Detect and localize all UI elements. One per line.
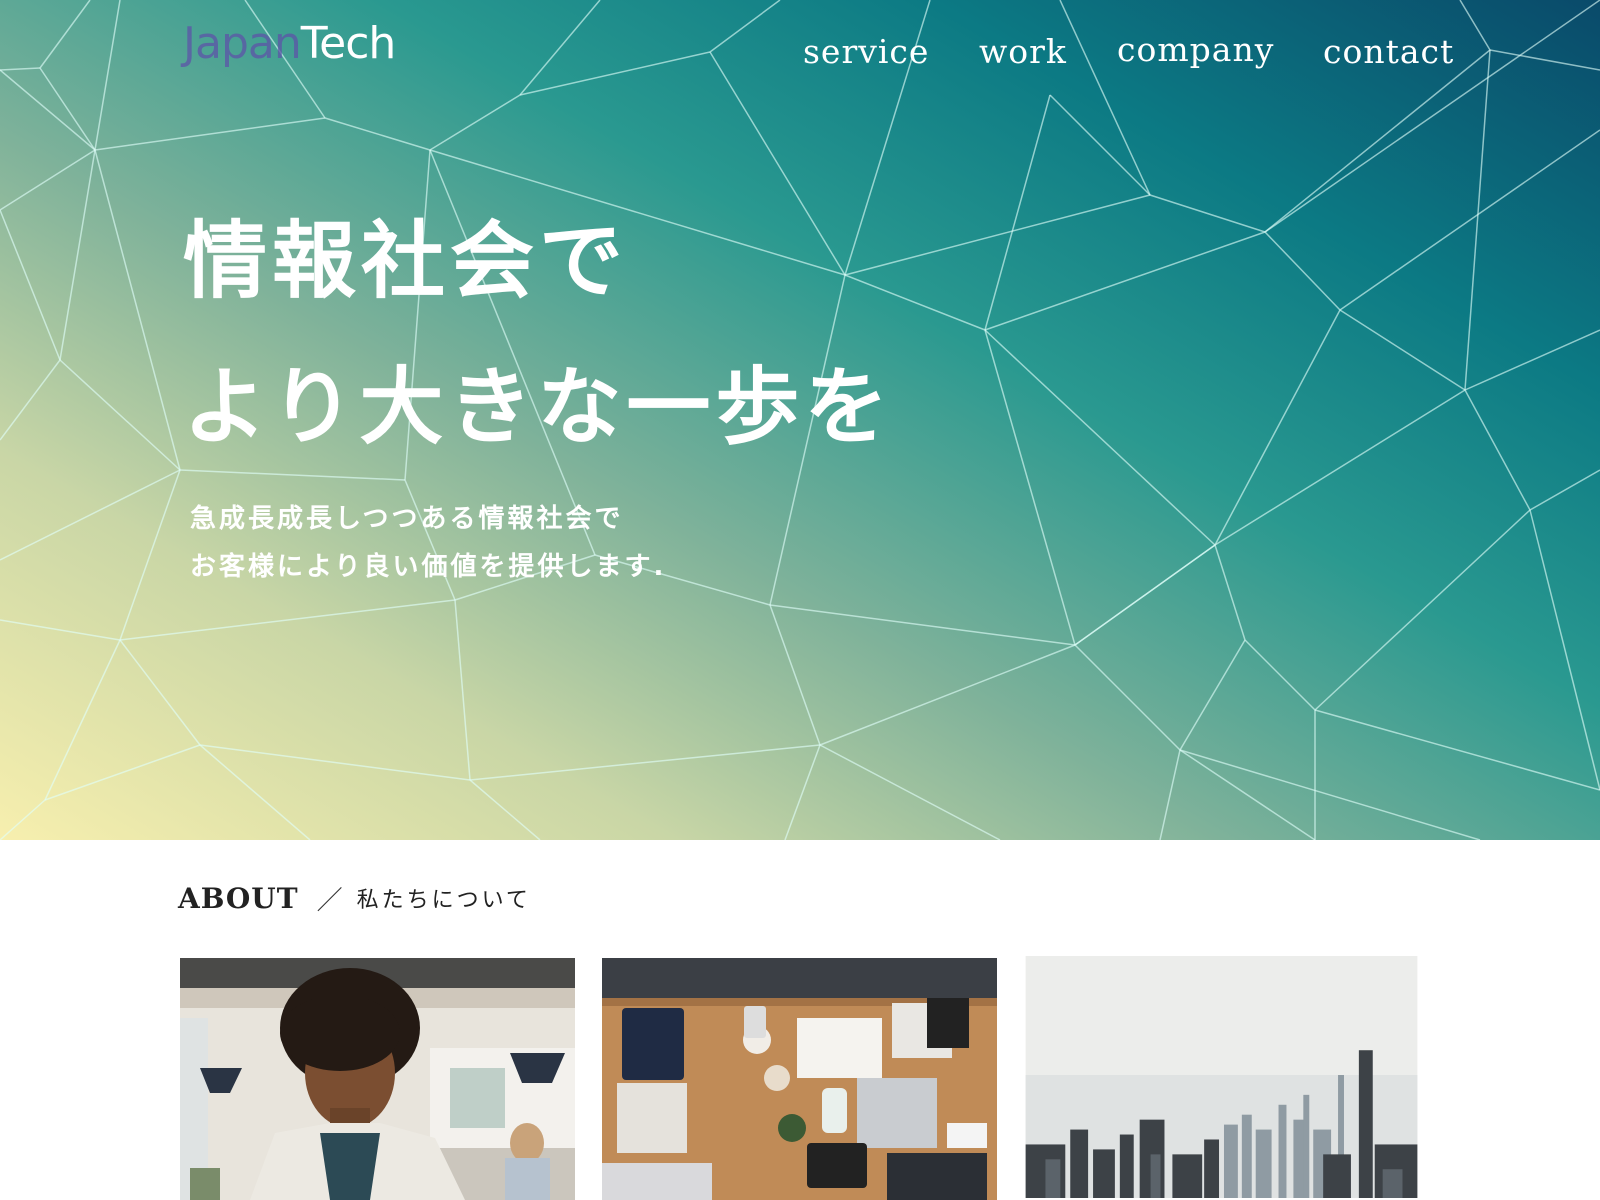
hero-subtext-line-1: 急成長成長しつつある情報社会で [190,504,624,534]
about-photo-team-meeting[interactable] [602,958,997,1200]
hero-subtext-line-2: お客様により良い価値を提供します. [190,552,667,582]
about-section-heading: ABOUT ／ 私たちについて [178,878,531,918]
hero-section: JapanTech service work company contact 情… [0,0,1600,840]
photo-city-skyline-image [1025,956,1418,1198]
hero-headline-line-2: より大きな一歩を [183,358,894,456]
main-nav: service work company contact [0,30,1600,82]
photo-woman-working-image [180,958,575,1200]
nav-link-service[interactable]: service [803,32,929,71]
nav-link-contact[interactable]: contact [1323,32,1454,71]
hero-headline-line-1: 情報社会で [183,212,629,310]
about-heading-separator: ／ [316,885,343,916]
about-photo-office-woman[interactable] [180,958,575,1200]
nav-link-company[interactable]: company [1117,30,1274,69]
nav-link-work[interactable]: work [979,32,1067,71]
photo-team-meeting-image [602,958,997,1200]
about-photo-city-skyline[interactable] [1024,956,1419,1198]
hero-headline: 情報社会で より大きな一歩を [183,188,893,480]
hero-subtext: 急成長成長しつつある情報社会で お客様により良い価値を提供します. [190,495,666,591]
about-heading-en: ABOUT [178,881,299,915]
about-heading-ja: 私たちについて [356,888,531,913]
